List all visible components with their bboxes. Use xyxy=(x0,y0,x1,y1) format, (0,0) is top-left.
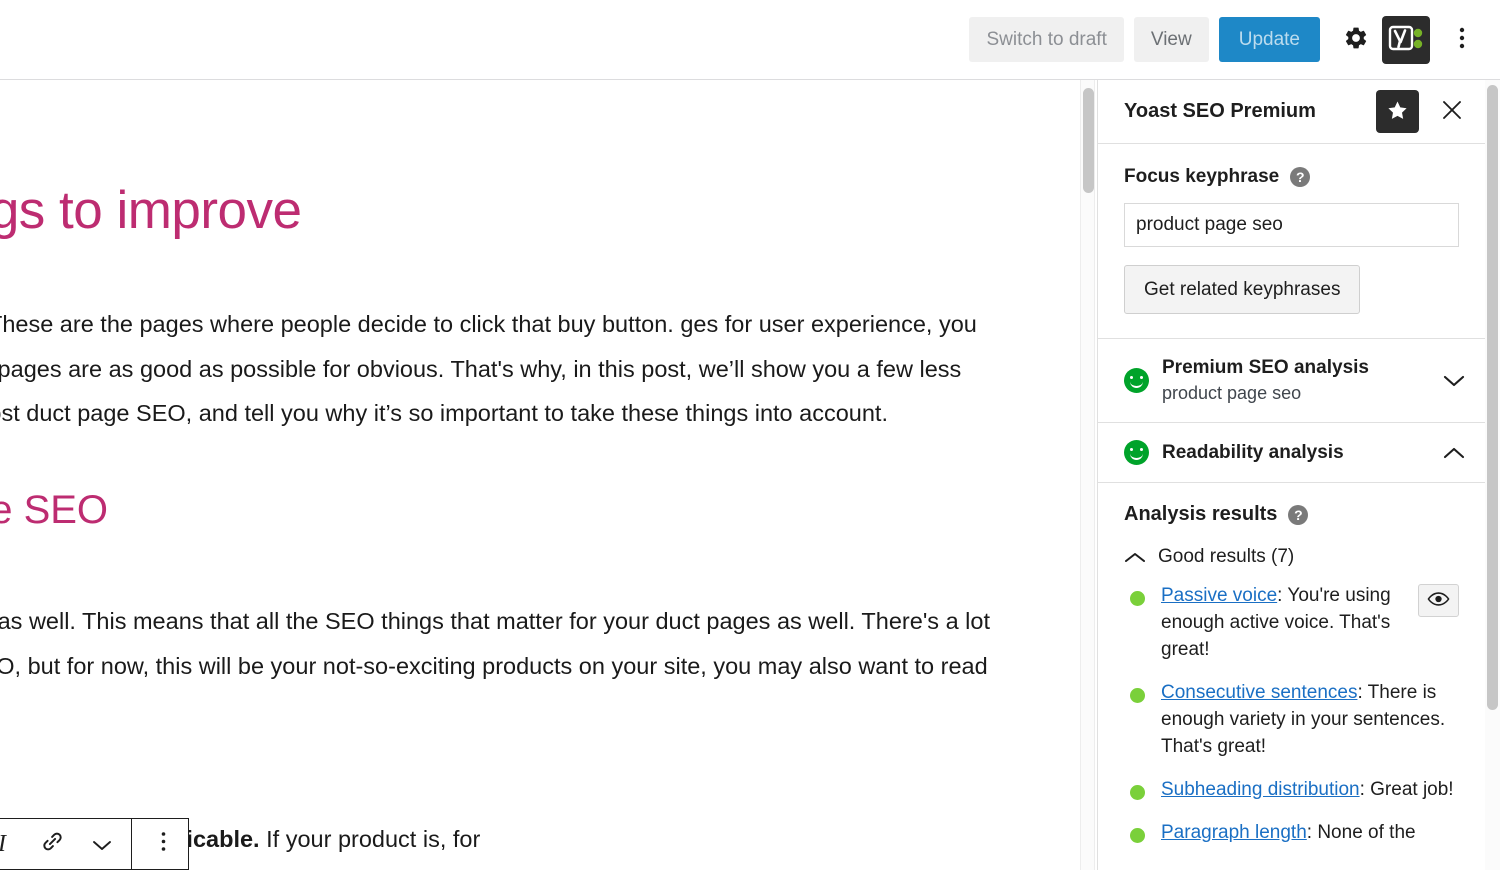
close-sidebar-button[interactable] xyxy=(1435,95,1469,129)
result-status-bullet xyxy=(1130,591,1145,606)
post-title[interactable]: O: 5 things to improve xyxy=(0,181,1044,242)
analysis-results-body: Analysis results ? Good results (7) Pass… xyxy=(1098,483,1485,846)
more-formats-button[interactable] xyxy=(77,819,127,869)
yoast-seo-sidebar: Yoast SEO Premium Focus keyphrase xyxy=(1097,80,1485,870)
post-heading-2[interactable]: uct page SEO xyxy=(0,487,759,533)
post-paragraph-2[interactable]: an online store is a page as well. This … xyxy=(0,599,1005,733)
result-status-bullet xyxy=(1130,828,1145,843)
block-options-button[interactable] xyxy=(138,819,188,869)
star-icon xyxy=(1386,99,1409,125)
kebab-menu-icon xyxy=(161,831,166,858)
chevron-down-icon xyxy=(92,831,112,858)
result-text: Passive voice: You're using enough activ… xyxy=(1161,582,1421,663)
focus-keyphrase-label-row: Focus keyphrase ? xyxy=(1124,166,1459,188)
sidebar-vertical-scrollbar[interactable] xyxy=(1485,80,1500,870)
yoast-seo-editor-screen: Switch to draft View Update xyxy=(0,0,1500,870)
editor-top-bar: Switch to draft View Update xyxy=(0,0,1500,80)
close-icon xyxy=(1441,99,1463,124)
yoast-logo-icon xyxy=(1388,23,1424,56)
sidebar-header: Yoast SEO Premium xyxy=(1098,80,1485,144)
result-description: : Great job! xyxy=(1360,779,1454,800)
post-editor-canvas[interactable]: O: 5 things to improve mportant for your… xyxy=(0,80,1080,870)
more-options-button[interactable] xyxy=(1440,18,1484,62)
editor-vertical-scrollbar[interactable] xyxy=(1080,80,1095,870)
chevron-up-icon xyxy=(1443,446,1465,460)
editor-scrollbar-thumb[interactable] xyxy=(1083,88,1094,193)
block-format-toolbar: B I xyxy=(0,818,189,870)
result-description: : None of the xyxy=(1307,822,1416,843)
view-button[interactable]: View xyxy=(1134,17,1209,62)
focus-keyphrase-section: Focus keyphrase ? Get related keyphrases xyxy=(1098,144,1485,339)
analysis-result-item: Consecutive sentences: There is enough v… xyxy=(1124,679,1459,760)
eye-icon xyxy=(1427,591,1450,610)
post-paragraph-3-rest: If your product is, for xyxy=(260,826,481,852)
result-status-bullet xyxy=(1130,785,1145,800)
post-paragraph-2-text: an online store is a page as well. This … xyxy=(0,608,990,723)
link-icon xyxy=(40,829,65,860)
switch-to-draft-button[interactable]: Switch to draft xyxy=(969,17,1123,62)
post-paragraph-1[interactable]: mportant for your sales. These are the p… xyxy=(0,302,1005,436)
premium-star-button[interactable] xyxy=(1376,90,1419,133)
result-link[interactable]: Passive voice xyxy=(1161,585,1277,606)
premium-seo-analysis-texts: Premium SEO analysis product page seo xyxy=(1162,356,1433,405)
result-link[interactable]: Consecutive sentences xyxy=(1161,682,1357,703)
focus-keyphrase-input[interactable] xyxy=(1124,203,1459,247)
readability-analysis-texts: Readability analysis xyxy=(1162,441,1433,465)
chevron-down-icon xyxy=(1443,374,1465,388)
sidebar-scrollbar-thumb[interactable] xyxy=(1487,85,1498,710)
good-results-group-toggle[interactable]: Good results (7) xyxy=(1124,546,1459,568)
kebab-menu-icon xyxy=(1459,26,1465,53)
italic-button[interactable]: I xyxy=(0,819,27,869)
premium-seo-analysis-keyphrase: product page seo xyxy=(1162,382,1433,405)
analysis-result-item: Paragraph length: None of the xyxy=(1124,819,1459,846)
analysis-results-heading-row: Analysis results ? xyxy=(1124,503,1459,526)
readability-analysis-header[interactable]: Readability analysis xyxy=(1098,423,1485,483)
result-text: Subheading distribution: Great job! xyxy=(1161,776,1459,803)
green-smiley-icon xyxy=(1124,440,1149,465)
link-button[interactable] xyxy=(27,819,77,869)
result-status-bullet xyxy=(1130,688,1145,703)
result-link[interactable]: Paragraph length xyxy=(1161,822,1307,843)
analysis-result-item: Passive voice: You're using enough activ… xyxy=(1124,582,1459,663)
result-text: Consecutive sentences: There is enough v… xyxy=(1161,679,1459,760)
sidebar-title: Yoast SEO Premium xyxy=(1124,100,1376,123)
result-link[interactable]: Subheading distribution xyxy=(1161,779,1360,800)
result-text: Paragraph length: None of the xyxy=(1161,819,1459,846)
yoast-seo-toggle-button[interactable] xyxy=(1382,16,1430,64)
analysis-results-heading: Analysis results xyxy=(1124,503,1277,526)
get-related-keyphrases-button[interactable]: Get related keyphrases xyxy=(1124,265,1360,314)
help-icon[interactable]: ? xyxy=(1288,505,1308,525)
settings-button[interactable] xyxy=(1334,18,1378,62)
update-button[interactable]: Update xyxy=(1219,17,1320,62)
readability-analysis-title: Readability analysis xyxy=(1162,441,1433,465)
toolbar-divider xyxy=(131,818,132,870)
gear-icon xyxy=(1343,25,1369,54)
chevron-up-icon xyxy=(1124,551,1146,564)
focus-keyphrase-label: Focus keyphrase xyxy=(1124,166,1279,188)
premium-seo-analysis-title: Premium SEO analysis xyxy=(1162,356,1433,380)
highlight-in-text-button[interactable] xyxy=(1418,584,1459,617)
premium-seo-analysis-header[interactable]: Premium SEO analysis product page seo xyxy=(1098,339,1485,423)
analysis-result-item: Subheading distribution: Great job! xyxy=(1124,776,1459,803)
green-smiley-icon xyxy=(1124,368,1149,393)
good-results-label: Good results (7) xyxy=(1158,546,1294,568)
help-icon[interactable]: ? xyxy=(1290,167,1310,187)
